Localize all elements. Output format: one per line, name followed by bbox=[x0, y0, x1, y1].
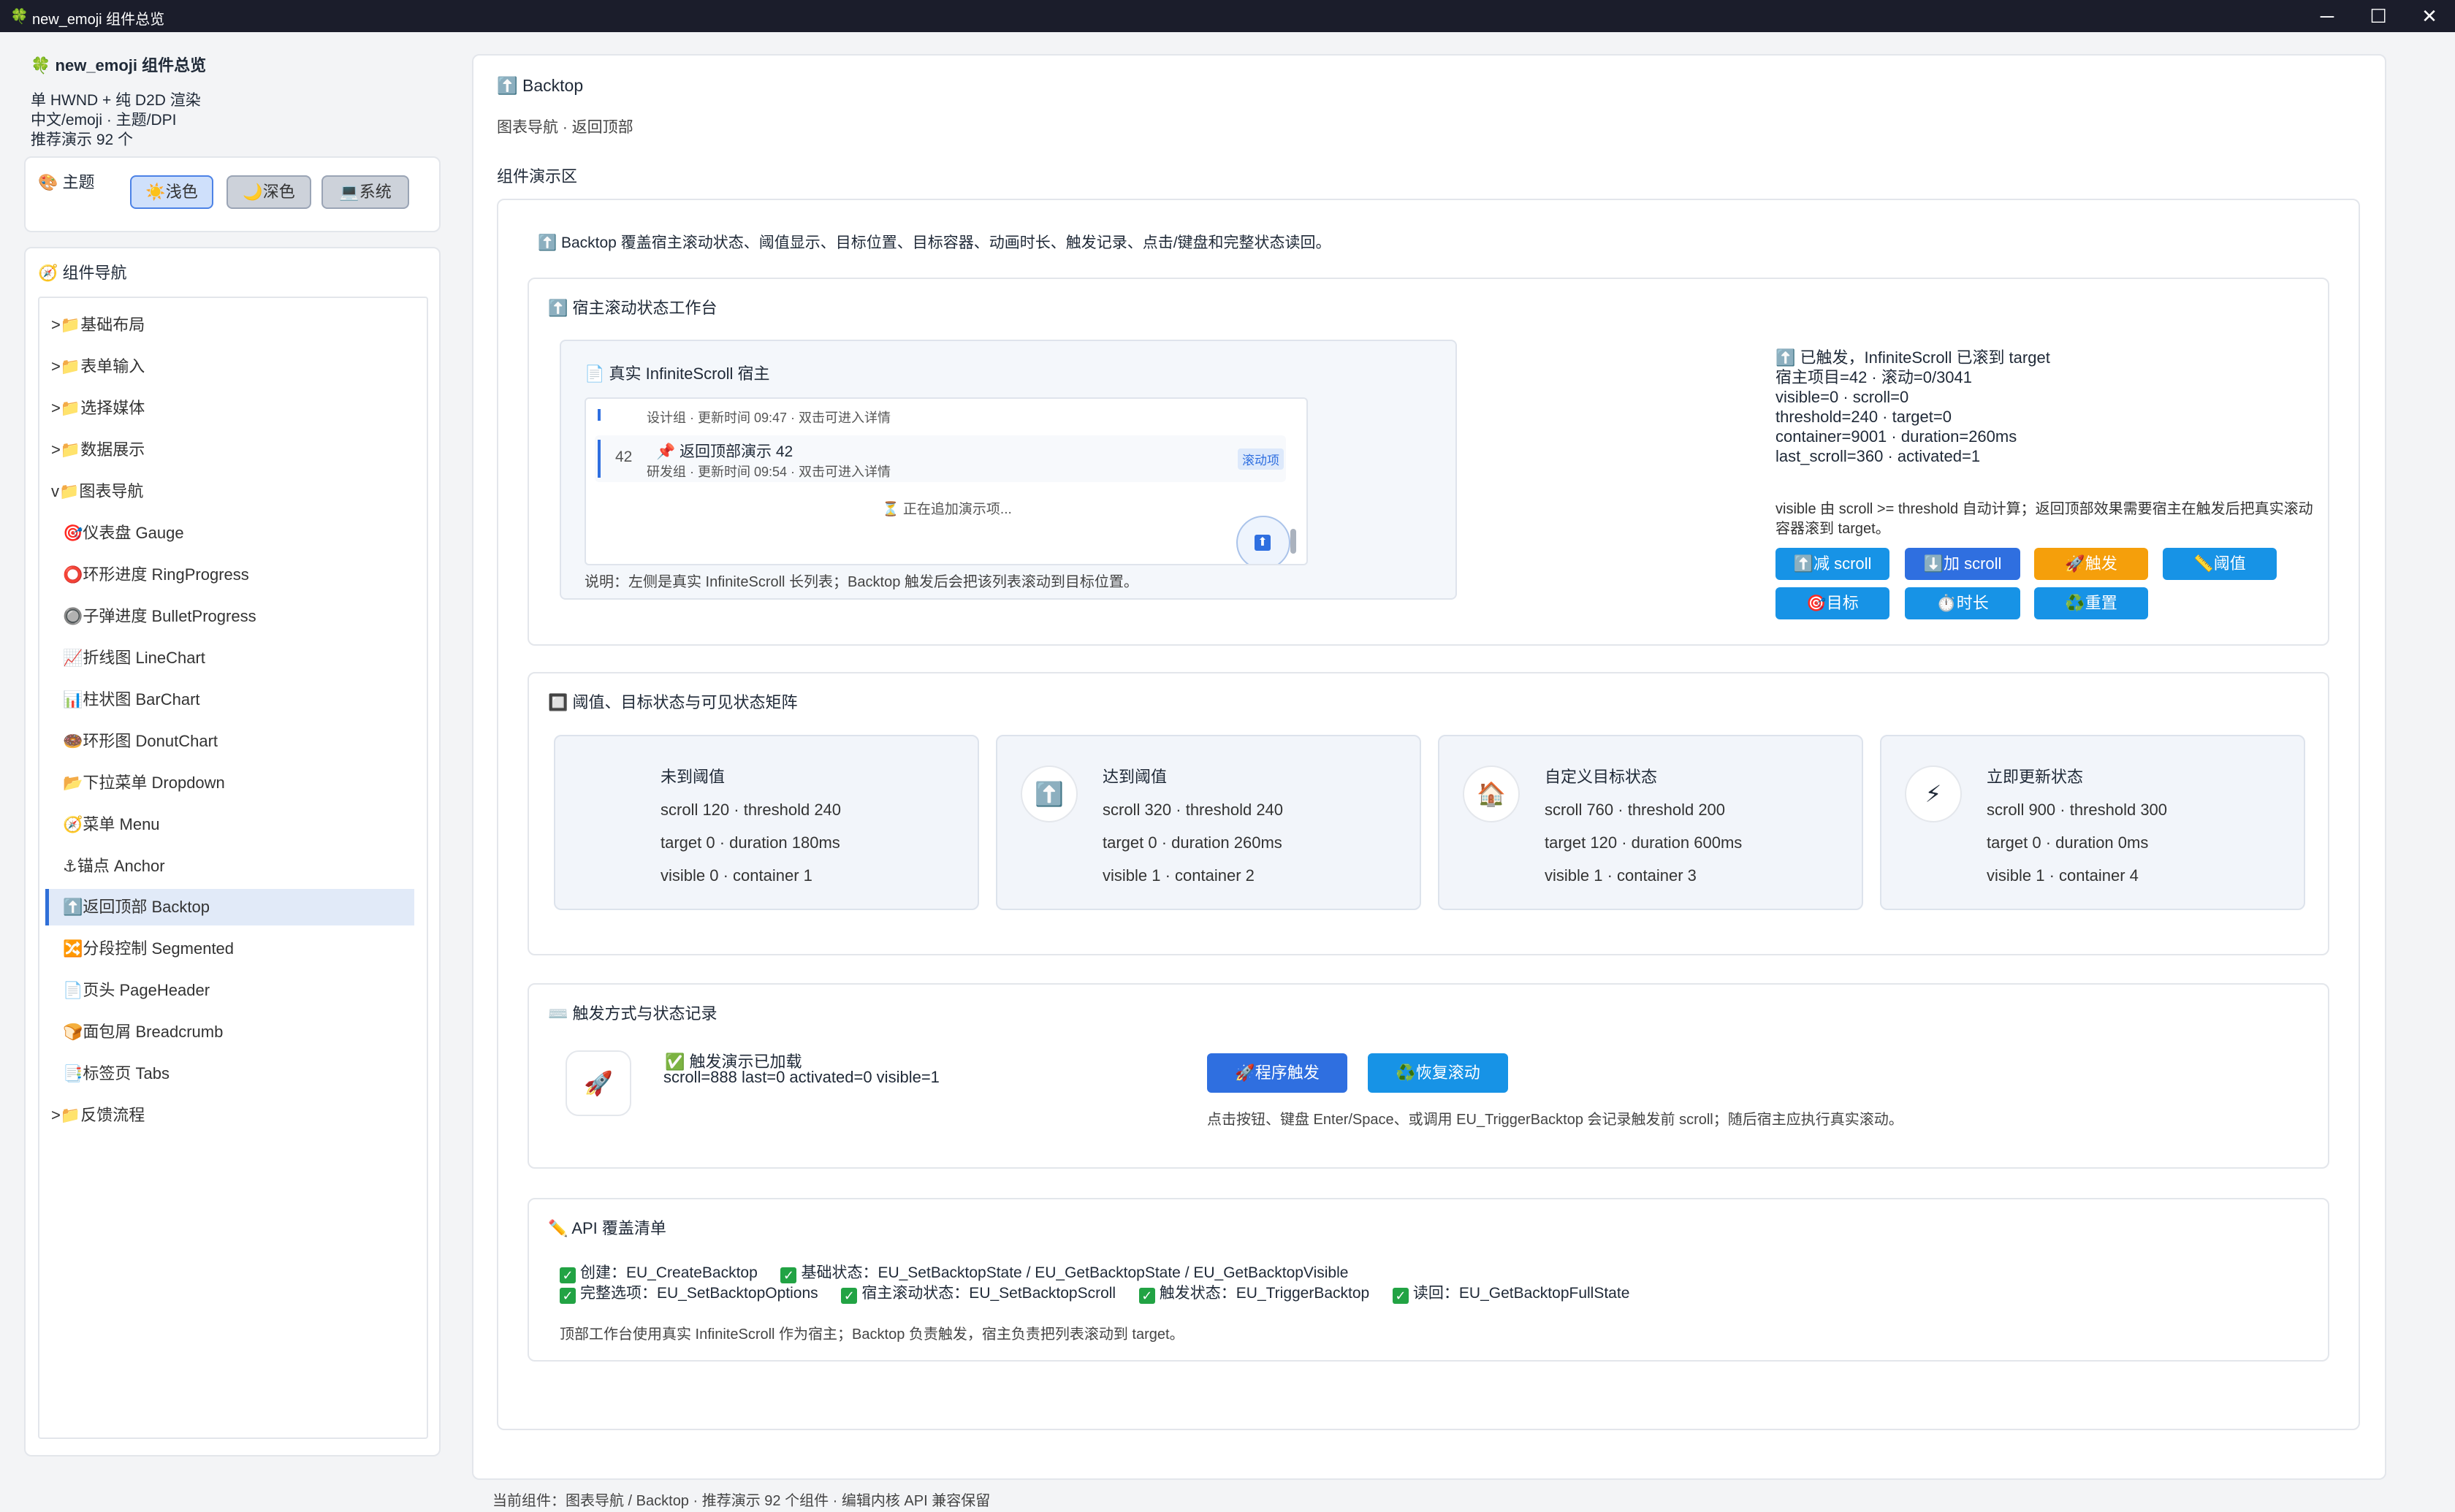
state-card: 🏠 自定义目标状态 scroll 760 · threshold 200 tar… bbox=[1438, 735, 1863, 910]
minimize-icon[interactable]: ─ bbox=[2305, 3, 2349, 29]
check-icon: ✓ bbox=[560, 1288, 576, 1304]
nav-item-gauge[interactable]: 🎯仪表盘 Gauge bbox=[63, 515, 184, 551]
nav-heading: 🧭 组件导航 bbox=[38, 264, 127, 282]
check-icon: ✓ bbox=[841, 1288, 858, 1304]
clover-icon: 🍀 bbox=[31, 56, 51, 75]
nav-item-tabs[interactable]: 📑标签页 Tabs bbox=[63, 1055, 170, 1092]
decrease-scroll-button[interactable]: ⬆️减 scroll bbox=[1775, 548, 1889, 580]
duration-button[interactable]: ⏱️时长 bbox=[1905, 587, 2020, 619]
host-note: 说明：左侧是真实 InfiniteScroll 长列表；Backtop 触发后会… bbox=[585, 574, 1138, 590]
list-item-title: 📌 返回顶部演示 42 bbox=[656, 443, 793, 460]
status-note: visible 由 scroll >= threshold 自动计算；返回顶部效… bbox=[1775, 501, 2313, 537]
page-title: ⬆️ Backtop bbox=[497, 76, 584, 95]
trigger-note: 点击按钮、键盘 Enter/Space、或调用 EU_TriggerBackto… bbox=[1207, 1112, 1903, 1128]
list-item-badge: 滚动项 bbox=[1238, 448, 1284, 470]
api-heading: ✏️ API 覆盖清单 bbox=[548, 1219, 666, 1237]
list-item-number: 42 bbox=[615, 448, 633, 465]
keyboard-icon: ⌨️ bbox=[548, 1004, 568, 1023]
demo-section-heading: 组件演示区 bbox=[497, 167, 578, 186]
nav-item-backtop[interactable]: ⬆️返回顶部 Backtop bbox=[45, 889, 414, 925]
nav-item-select-media[interactable]: >📁选择媒体 bbox=[51, 390, 145, 427]
nav-item-anchor[interactable]: ⚓锚点 Anchor bbox=[63, 848, 165, 885]
nav-item-page-header[interactable]: 📄页头 PageHeader bbox=[63, 972, 210, 1009]
status-bar: 当前组件：图表导航 / Backtop · 推荐演示 92 个组件 · 编辑内核… bbox=[492, 1493, 991, 1509]
grid-icon: 🔲 bbox=[548, 693, 568, 711]
maximize-icon[interactable]: ☐ bbox=[2356, 3, 2400, 29]
workbench-heading: ⬆️ 宿主滚动状态工作台 bbox=[548, 299, 718, 317]
palette-icon: 🎨 bbox=[38, 173, 58, 191]
compass-icon: 🧭 bbox=[38, 264, 58, 282]
host-title: 📄 真实 InfiniteScroll 宿主 bbox=[585, 364, 770, 383]
loading-indicator: ⏳ 正在追加演示项... bbox=[882, 502, 1012, 517]
state-card: 未到阈值 scroll 120 · threshold 240 target 0… bbox=[554, 735, 979, 910]
reset-button[interactable]: ♻️重置 bbox=[2034, 587, 2148, 619]
nav-item-segmented[interactable]: 🔀分段控制 Segmented bbox=[63, 931, 234, 967]
list-item[interactable]: 42 📌 返回顶部演示 42 研发组 · 更新时间 09:54 · 双击可进入详… bbox=[595, 435, 1286, 482]
card-title: 自定义目标状态 bbox=[1545, 768, 1658, 786]
up-arrow-icon: ⬆ bbox=[1255, 535, 1271, 551]
moon-icon: 🌙 bbox=[243, 183, 263, 201]
nav-item-line-chart[interactable]: 📈折线图 LineChart bbox=[63, 640, 205, 676]
theme-heading: 🎨 主题 bbox=[38, 173, 95, 191]
up-arrow-icon: ⬆️ bbox=[1021, 765, 1078, 822]
program-trigger-button[interactable]: 🚀程序触发 bbox=[1207, 1053, 1347, 1093]
app-icon: 🍀 bbox=[10, 9, 28, 25]
restore-scroll-button[interactable]: ♻️恢复滚动 bbox=[1368, 1053, 1508, 1093]
trigger-button[interactable]: 🚀触发 bbox=[2034, 548, 2148, 580]
infinite-scroll-list[interactable]: 设计组 · 更新时间 09:47 · 双击可进入详情 42 📌 返回顶部演示 4… bbox=[585, 397, 1308, 565]
check-icon: ✓ bbox=[1138, 1288, 1155, 1304]
window-title: new_emoji 组件总览 bbox=[32, 12, 165, 28]
check-icon: ✓ bbox=[1392, 1288, 1409, 1304]
nav-item-bar-chart[interactable]: 📊柱状图 BarChart bbox=[63, 681, 200, 718]
nav-item-donut-chart[interactable]: 🍩环形图 DonutChart bbox=[63, 723, 218, 760]
rocket-icon: 🚀 bbox=[566, 1050, 631, 1116]
nav-item-data-display[interactable]: >📁数据展示 bbox=[51, 432, 145, 468]
list-item-meta: 研发组 · 更新时间 09:54 · 双击可进入详情 bbox=[647, 465, 891, 479]
nav-item-ring-progress[interactable]: ⭕环形进度 RingProgress bbox=[63, 557, 249, 593]
sun-icon: ☀️ bbox=[145, 183, 166, 201]
theme-dark-button[interactable]: 🌙深色 bbox=[227, 175, 311, 209]
breadcrumb: 图表导航 · 返回顶部 bbox=[497, 119, 633, 136]
api-list-line-2: ✓ 完整选项：EU_SetBacktopOptions ✓ 宿主滚动状态：EU_Se… bbox=[560, 1281, 1629, 1304]
nav-item-breadcrumb[interactable]: 🍞面包屑 Breadcrumb bbox=[63, 1014, 223, 1050]
increase-scroll-button[interactable]: ⬇️加 scroll bbox=[1905, 548, 2020, 580]
lightning-icon: ⚡ bbox=[1905, 765, 1962, 822]
card-title: 未到阈值 bbox=[661, 768, 726, 786]
target-button[interactable]: 🎯目标 bbox=[1775, 587, 1889, 619]
nav-item-chart-nav[interactable]: v📁图表导航 bbox=[51, 473, 143, 510]
close-icon[interactable]: ✕ bbox=[2408, 3, 2451, 29]
sidebar-info: 单 HWND + 纯 D2D 渲染 中文/emoji · 主题/DPI 推荐演示… bbox=[31, 92, 201, 148]
title-bar: 🍀 new_emoji 组件总览 ─ ☐ ✕ bbox=[0, 0, 2455, 32]
status-readout: ⬆️ 已触发，InfiniteScroll 已滚到 target 宿主项目=42… bbox=[1775, 348, 2050, 465]
card-title: 达到阈值 bbox=[1103, 768, 1168, 786]
nav-item-dropdown[interactable]: 📂下拉菜单 Dropdown bbox=[63, 765, 225, 801]
backtop-button[interactable]: ⬆ bbox=[1236, 516, 1290, 564]
theme-system-button[interactable]: 💻系统 bbox=[321, 175, 409, 209]
nav-item-bullet-progress[interactable]: 🔘子弹进度 BulletProgress bbox=[63, 598, 256, 635]
state-card: ⚡ 立即更新状态 scroll 900 · threshold 300 targ… bbox=[1880, 735, 2305, 910]
trigger-state: scroll=888 last=0 activated=0 visible=1 bbox=[663, 1068, 940, 1086]
scrollbar-thumb[interactable] bbox=[1290, 529, 1296, 554]
state-card: ⬆️ 达到阈值 scroll 320 · threshold 240 targe… bbox=[996, 735, 1421, 910]
threshold-button[interactable]: 📏阈值 bbox=[2163, 548, 2277, 580]
list-item-meta: 设计组 · 更新时间 09:47 · 双击可进入详情 bbox=[647, 411, 891, 425]
nav-item-menu[interactable]: 🧭菜单 Menu bbox=[63, 806, 160, 843]
pencil-icon: ✏️ bbox=[548, 1219, 568, 1237]
trigger-heading: ⌨️ 触发方式与状态记录 bbox=[548, 1004, 718, 1023]
matrix-heading: 🔲 阈值、目标状态与可见状态矩阵 bbox=[548, 693, 798, 711]
computer-icon: 💻 bbox=[339, 183, 359, 201]
nav-item-basic-layout[interactable]: >📁基础布局 bbox=[51, 307, 145, 343]
api-note: 顶部工作台使用真实 InfiniteScroll 作为宿主；Backtop 负责… bbox=[560, 1326, 1184, 1343]
card-title: 立即更新状态 bbox=[1987, 768, 2084, 786]
sidebar-app-title: 🍀 new_emoji 组件总览 bbox=[31, 56, 207, 75]
nav-item-form-input[interactable]: >📁表单输入 bbox=[51, 348, 145, 385]
api-list-line-1: ✓ 创建：EU_CreateBacktop ✓ 基础状态：EU_SetBacktop… bbox=[560, 1261, 1348, 1283]
intro-text: ⬆️ Backtop 覆盖宿主滚动状态、阈值显示、目标位置、目标容器、动画时长、… bbox=[538, 234, 1331, 251]
home-icon: 🏠 bbox=[1463, 765, 1520, 822]
theme-light-button[interactable]: ☀️浅色 bbox=[130, 175, 213, 209]
nav-item-feedback-flow[interactable]: >📁反馈流程 bbox=[51, 1097, 145, 1134]
